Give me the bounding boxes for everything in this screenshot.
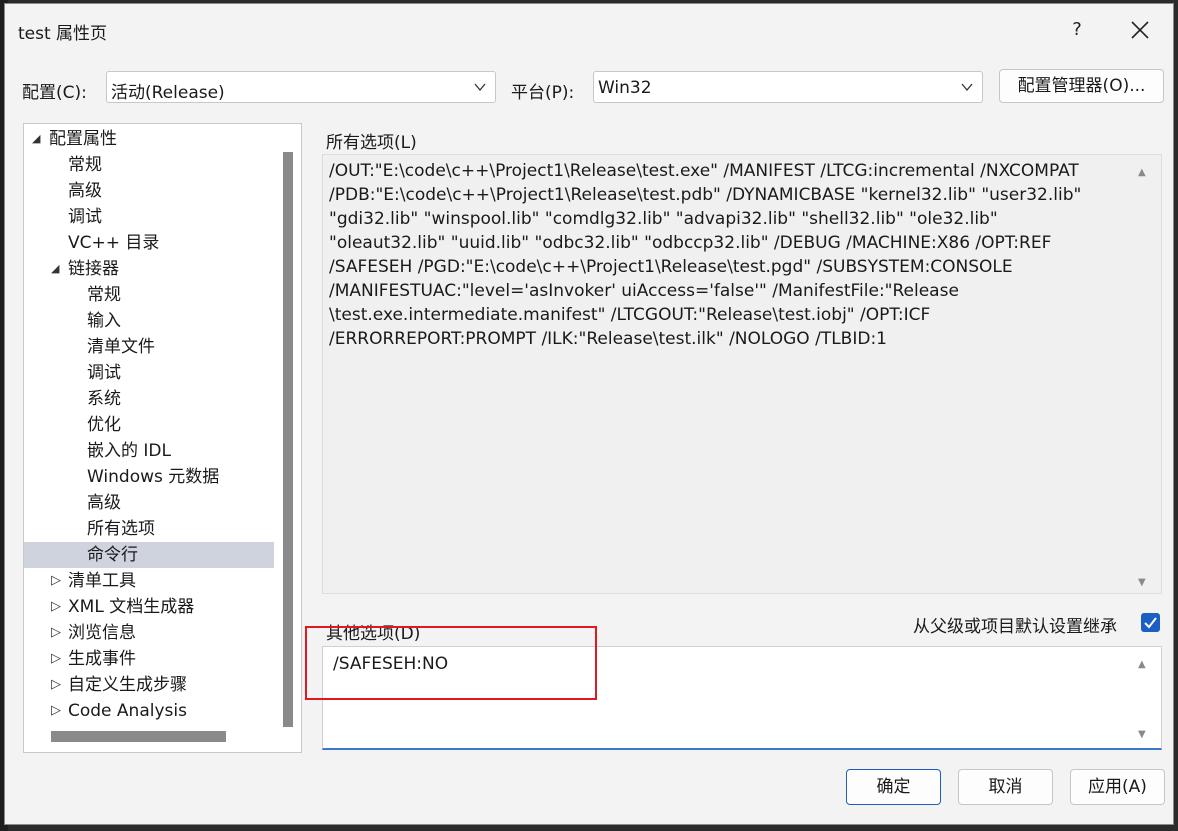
tree-item-linker-manifest[interactable]: 清单文件 [24,334,274,360]
tree-item-vc-directories[interactable]: VC++ 目录 [24,230,274,256]
command-line: \test.exe.intermediate.manifest" /LTCGOU… [329,305,931,325]
tree-item-linker-optimization[interactable]: 优化 [24,412,274,438]
config-combobox[interactable]: 活动(Release) [106,71,496,103]
collapsed-triangle-icon[interactable]: ▷ [51,672,61,698]
command-line: "gdi32.lib" "winspool.lib" "comdlg32.lib… [329,209,998,229]
tree-item-label: 清单文件 [87,337,155,357]
apply-button[interactable]: 应用(A) [1070,769,1165,805]
tree-item-advanced[interactable]: 高级 [24,178,274,204]
tree-item-label: 高级 [68,181,102,201]
collapsed-triangle-icon[interactable]: ▷ [51,620,61,646]
tree-item-label: 嵌入的 IDL [87,441,171,461]
tree-item-label: 系统 [87,389,121,409]
scroll-up-icon[interactable]: ▲ [1138,659,1146,670]
collapsed-triangle-icon[interactable]: ▷ [51,698,61,724]
tree-item-linker-command-line[interactable]: 命令行 [24,542,274,568]
ok-button[interactable]: 确定 [846,769,941,805]
tree-item-label: 自定义生成步骤 [68,675,187,695]
collapsed-triangle-icon[interactable]: ▷ [51,646,61,672]
tree-item-label: 生成事件 [68,649,136,669]
inherit-checkbox[interactable] [1141,613,1160,632]
command-line: /ERRORREPORT:PROMPT /ILK:"Release\test.i… [329,329,887,349]
scroll-down-icon[interactable]: ▼ [1138,577,1146,588]
platform-combobox[interactable]: Win32 [593,71,983,103]
tree-item-label: VC++ 目录 [68,233,160,253]
command-line: /OUT:"E:\code\c++\Project1\Release\test.… [329,161,1079,181]
tree-item-linker[interactable]: ◢ 链接器 [24,256,274,282]
all-options-label: 所有选项(L) [326,133,417,153]
command-line: "oleaut32.lib" "uuid.lib" "odbc32.lib" "… [329,233,1052,253]
tree-item-label: 配置属性 [49,129,117,149]
checkmark-icon [1144,617,1157,629]
property-tree: ◢ 配置属性 常规 高级 调试 VC++ 目录 ◢ 链接器 常规 输入 清单文件… [23,123,302,753]
tree-item-code-analysis[interactable]: ▷ Code Analysis [24,698,274,724]
tree-item-linker-system[interactable]: 系统 [24,386,274,412]
tree-item-linker-windows-metadata[interactable]: Windows 元数据 [24,464,274,490]
config-label: 配置(C): [22,83,87,103]
tree-item-label: Code Analysis [68,701,187,721]
tree-item-label: Windows 元数据 [87,467,220,487]
tree-item-label: 浏览信息 [68,623,136,643]
property-pages-dialog: test 属性页 ? 配置(C): 活动(Release) 平台(P): Win… [4,3,1174,825]
tree-item-label: 清单工具 [68,571,136,591]
tree-item-custom-build-step[interactable]: ▷ 自定义生成步骤 [24,672,274,698]
tree-item-debugging[interactable]: 调试 [24,204,274,230]
cancel-button[interactable]: 取消 [958,769,1053,805]
tree-item-label: 输入 [87,311,121,331]
tree-item-label: 命令行 [87,545,138,565]
tree-item-browse-info[interactable]: ▷ 浏览信息 [24,620,274,646]
scroll-up-icon[interactable]: ▲ [1138,167,1146,178]
tree-item-general[interactable]: 常规 [24,152,274,178]
tree-item-linker-embedded-idl[interactable]: 嵌入的 IDL [24,438,274,464]
tree-item-linker-debugging[interactable]: 调试 [24,360,274,386]
tree-vertical-scrollbar[interactable] [283,152,293,727]
chevron-down-icon [474,83,486,92]
close-button[interactable] [1115,12,1165,48]
tree-item-linker-general[interactable]: 常规 [24,282,274,308]
expanded-triangle-icon[interactable]: ◢ [51,256,59,282]
tree-item-label: XML 文档生成器 [68,597,195,617]
tree-item-build-events[interactable]: ▷ 生成事件 [24,646,274,672]
collapsed-triangle-icon[interactable]: ▷ [51,594,61,620]
tree-item-linker-input[interactable]: 输入 [24,308,274,334]
tree-item-label: 调试 [68,207,102,227]
tree-item-label: 调试 [87,363,121,383]
tree-item-label: 所有选项 [87,519,155,539]
tree-item-linker-advanced[interactable]: 高级 [24,490,274,516]
expanded-triangle-icon[interactable]: ◢ [32,126,40,152]
command-line: /MANIFESTUAC:"level='asInvoker' uiAccess… [329,281,959,301]
chevron-down-icon [961,83,973,92]
config-value: 活动(Release) [111,83,225,103]
title-bar: test 属性页 ? [5,4,1173,52]
tree-item-xml-doc-generator[interactable]: ▷ XML 文档生成器 [24,594,274,620]
scroll-down-icon[interactable]: ▼ [1138,729,1146,740]
platform-value: Win32 [598,78,652,98]
tree-item-label: 高级 [87,493,121,513]
tree-item-label: 常规 [87,285,121,305]
close-icon [1131,21,1149,39]
tree-item-config-properties[interactable]: ◢ 配置属性 [24,126,274,152]
help-button[interactable]: ? [1055,12,1099,48]
tree-item-manifest-tool[interactable]: ▷ 清单工具 [24,568,274,594]
tree-item-label: 优化 [87,415,121,435]
inherit-label: 从父级或项目默认设置继承 [913,617,1117,637]
command-line: /PDB:"E:\code\c++\Project1\Release\test.… [329,185,1082,205]
config-manager-button[interactable]: 配置管理器(O)... [999,69,1164,103]
annotation-highlight-box [305,626,597,700]
collapsed-triangle-icon[interactable]: ▷ [51,568,61,594]
tree-item-label: 链接器 [68,259,119,279]
all-options-text: /OUT:"E:\code\c++\Project1\Release\test.… [329,159,1129,351]
tree-horizontal-scrollbar[interactable] [51,731,226,742]
window-title: test 属性页 [18,24,108,44]
command-line: /SAFESEH /PGD:"E:\code\c++\Project1\Rele… [329,257,1013,277]
tree-item-label: 常规 [68,155,102,175]
tree-item-linker-all-options[interactable]: 所有选项 [24,516,274,542]
platform-label: 平台(P): [511,83,575,103]
